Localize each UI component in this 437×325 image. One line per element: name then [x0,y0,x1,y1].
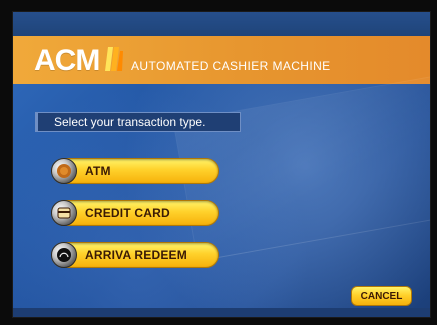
transaction-prompt: Select your transaction type. [35,112,241,132]
cancel-label: CANCEL [360,290,403,302]
atm-option-label: ATM [85,164,111,178]
arriva-redeem-option-label: ARRIVA REDEEM [85,248,187,262]
kiosk-screen: ACM AUTOMATED CASHIER MACHINE Select you… [12,11,431,318]
top-bar [13,12,430,37]
brand-logo-mark [105,47,123,71]
brand-logo-text: ACM [34,44,100,77]
coin-icon [51,158,77,184]
cancel-button[interactable]: CANCEL [351,286,412,306]
atm-option-button[interactable]: ATM [51,158,219,184]
arriva-icon [51,242,77,268]
bottom-bar [13,308,430,317]
card-icon-svg [57,207,71,219]
arriva-redeem-option-button[interactable]: ARRIVA REDEEM [51,242,219,268]
credit-card-option-label: CREDIT CARD [85,206,170,220]
credit-card-option-button[interactable]: CREDIT CARD [51,200,219,226]
coin-icon-svg [57,164,71,178]
brand-subtitle: AUTOMATED CASHIER MACHINE [131,59,331,73]
arriva-icon-svg [57,248,71,262]
card-icon [51,200,77,226]
